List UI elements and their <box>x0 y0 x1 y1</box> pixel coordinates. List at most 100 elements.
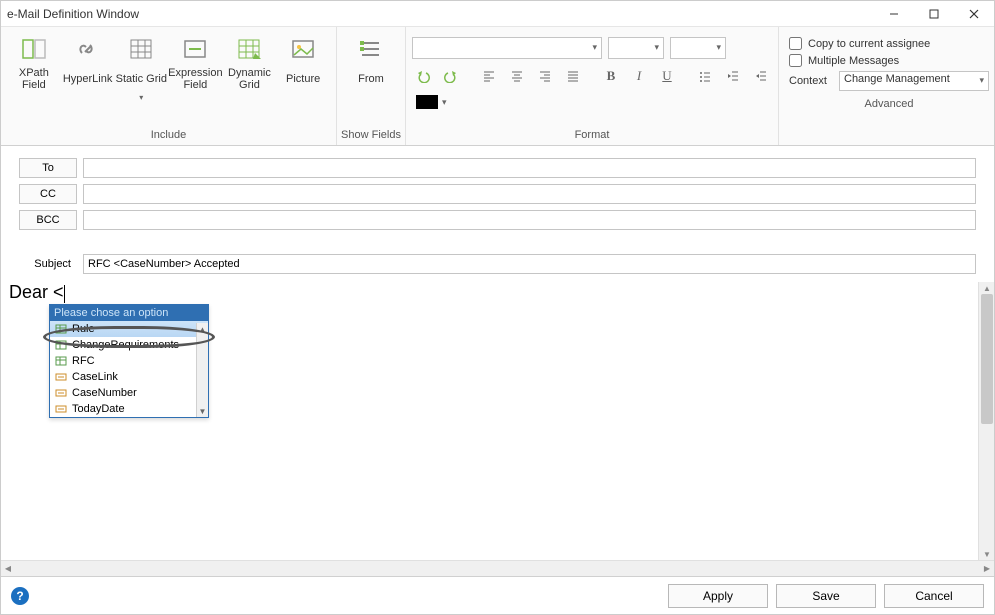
dynamic-grid-label: Dynamic Grid <box>223 67 277 91</box>
expression-field-button[interactable]: Expression Field <box>168 33 222 91</box>
maximize-button[interactable] <box>914 1 954 27</box>
scroll-down-icon[interactable]: ▼ <box>197 405 208 417</box>
autocomplete-item-casenumber[interactable]: CaseNumber <box>50 385 208 401</box>
cancel-button[interactable]: Cancel <box>884 584 984 608</box>
copy-assignee-label: Copy to current assignee <box>808 38 930 50</box>
autocomplete-item-caselink[interactable]: CaseLink <box>50 369 208 385</box>
cc-button[interactable]: CC <box>19 184 77 204</box>
hyperlink-icon <box>74 35 102 63</box>
apply-button[interactable]: Apply <box>668 584 768 608</box>
attr-icon <box>54 371 68 383</box>
showfields-group-label: Show Fields <box>337 126 405 145</box>
horizontal-scrollbar[interactable]: ◀ ▶ <box>1 560 994 576</box>
text-cursor <box>64 285 65 303</box>
autocomplete-item-rule[interactable]: Rule <box>50 321 208 337</box>
titlebar[interactable]: e-Mail Definition Window <box>1 1 994 27</box>
attr-icon <box>54 387 68 399</box>
outdent-button[interactable] <box>722 65 744 87</box>
body-editor[interactable]: Dear < <box>1 282 994 303</box>
cc-input[interactable] <box>83 184 976 204</box>
bold-button[interactable]: B <box>600 65 622 87</box>
autocomplete-header: Please chose an option <box>50 305 208 321</box>
scroll-thumb[interactable] <box>981 294 993 424</box>
static-grid-icon <box>127 35 155 63</box>
autocomplete-item-rfc[interactable]: RFC <box>50 353 208 369</box>
help-button[interactable]: ? <box>11 587 29 605</box>
include-group-label: Include <box>1 126 336 145</box>
to-button[interactable]: To <box>19 158 77 178</box>
scroll-up-icon[interactable]: ▲ <box>979 282 994 294</box>
font-family-combo[interactable]: ▾ <box>412 37 602 59</box>
footer: ? Apply Save Cancel <box>1 576 994 614</box>
attr-icon <box>54 403 68 415</box>
obj-icon <box>54 355 68 367</box>
redo-button[interactable] <box>440 65 462 87</box>
scroll-down-icon[interactable]: ▼ <box>979 548 994 560</box>
minimize-button[interactable] <box>874 1 914 27</box>
scroll-right-icon[interactable]: ▶ <box>980 564 994 573</box>
editor-scrollbar[interactable]: ▲ ▼ <box>978 282 994 560</box>
autocomplete-item-label: CaseLink <box>72 371 118 383</box>
autocomplete-item-label: ChangeRequirements <box>72 339 179 351</box>
static-grid-label: Static Grid <box>116 67 167 91</box>
obj-icon <box>54 339 68 351</box>
hyperlink-label: HyperLink <box>63 67 113 91</box>
save-button[interactable]: Save <box>776 584 876 608</box>
close-button[interactable] <box>954 1 994 27</box>
dropdown-icon: ▾ <box>139 93 143 102</box>
chevron-down-icon: ▾ <box>979 75 984 86</box>
align-justify-button[interactable] <box>562 65 584 87</box>
autocomplete-scrollbar[interactable]: ▲ ▼ <box>196 323 208 417</box>
dynamic-grid-icon <box>235 35 263 63</box>
expression-field-icon <box>181 35 209 63</box>
italic-button[interactable]: I <box>628 65 650 87</box>
picture-icon <box>289 35 317 63</box>
window-title: e-Mail Definition Window <box>7 7 874 21</box>
from-icon <box>357 35 385 63</box>
xpath-field-icon <box>20 35 48 63</box>
body-editor-area: Dear < Please chose an option Rule Change… <box>1 282 994 560</box>
multiple-messages-checkbox[interactable] <box>789 54 802 67</box>
font-variant-combo[interactable]: ▾ <box>670 37 726 59</box>
undo-button[interactable] <box>412 65 434 87</box>
bullet-list-button[interactable] <box>694 65 716 87</box>
format-group-label: Format <box>406 126 778 145</box>
scroll-left-icon[interactable]: ◀ <box>1 564 15 573</box>
multiple-messages-label: Multiple Messages <box>808 55 899 67</box>
subject-input[interactable] <box>83 254 976 274</box>
bcc-button[interactable]: BCC <box>19 210 77 230</box>
align-right-button[interactable] <box>534 65 556 87</box>
picture-label: Picture <box>286 67 320 91</box>
picture-button[interactable]: Picture <box>276 33 330 91</box>
ribbon: XPath Field HyperLink Static Grid ▾ Exp <box>1 27 994 146</box>
expression-field-label: Expression Field <box>168 67 222 91</box>
dynamic-grid-button[interactable]: Dynamic Grid <box>223 33 277 91</box>
xpath-field-label: XPath Field <box>7 67 61 91</box>
advanced-group-label: Advanced <box>779 95 995 114</box>
font-color-button[interactable]: ▾ <box>412 93 451 111</box>
context-value: Change Management <box>844 73 950 85</box>
autocomplete-item-label: TodayDate <box>72 403 125 415</box>
bcc-input[interactable] <box>83 210 976 230</box>
to-input[interactable] <box>83 158 976 178</box>
context-label: Context <box>789 75 833 87</box>
body-text: Dear < <box>9 282 64 302</box>
underline-button[interactable]: U <box>656 65 678 87</box>
autocomplete-item-label: RFC <box>72 355 95 367</box>
font-size-combo[interactable]: ▾ <box>608 37 664 59</box>
copy-assignee-checkbox[interactable] <box>789 37 802 50</box>
align-left-button[interactable] <box>478 65 500 87</box>
rule-icon <box>54 323 68 335</box>
align-center-button[interactable] <box>506 65 528 87</box>
hyperlink-button[interactable]: HyperLink <box>61 33 115 91</box>
xpath-field-button[interactable]: XPath Field <box>7 33 61 91</box>
static-grid-button[interactable]: Static Grid ▾ <box>114 33 168 102</box>
indent-button[interactable] <box>750 65 772 87</box>
autocomplete-popup[interactable]: Please chose an option Rule ChangeRequire… <box>49 304 209 418</box>
context-combo[interactable]: Change Management ▾ <box>839 71 989 91</box>
autocomplete-item-changerequirements[interactable]: ChangeRequirements <box>50 337 208 353</box>
from-button[interactable]: From <box>343 33 399 91</box>
autocomplete-item-label: CaseNumber <box>72 387 137 399</box>
scroll-up-icon[interactable]: ▲ <box>197 323 208 335</box>
autocomplete-item-todaydate[interactable]: TodayDate <box>50 401 208 417</box>
